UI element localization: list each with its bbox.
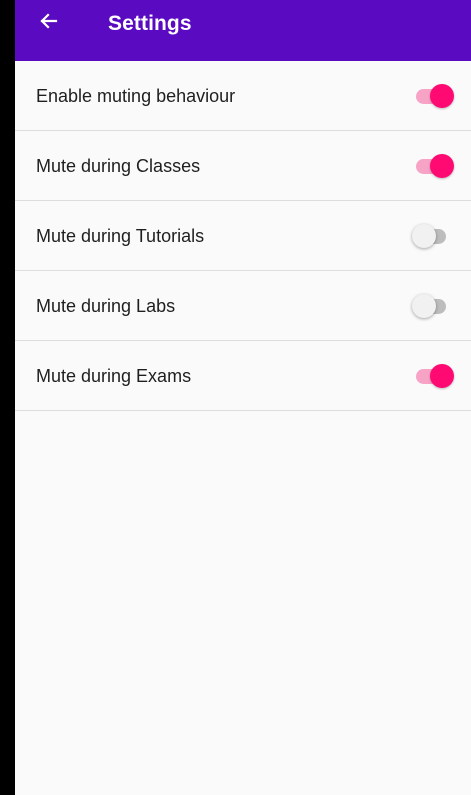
- setting-label: Mute during Labs: [36, 296, 176, 316]
- settings-list: Enable muting behaviour Mute during Clas…: [15, 61, 471, 411]
- mute-classes-switch[interactable]: [414, 152, 458, 180]
- setting-row-mute-classes[interactable]: Mute during Classes: [15, 131, 471, 201]
- switch-thumb: [430, 364, 454, 388]
- setting-label: Mute during Tutorials: [36, 226, 205, 246]
- mute-tutorials-switch[interactable]: [412, 222, 458, 250]
- page-title: Settings: [108, 12, 192, 35]
- setting-row-mute-exams[interactable]: Mute during Exams: [15, 341, 471, 411]
- setting-label: Mute during Exams: [36, 366, 192, 386]
- setting-row-enable-muting[interactable]: Enable muting behaviour: [15, 61, 471, 131]
- mute-exams-switch[interactable]: [414, 362, 458, 390]
- device-screen: Settings Enable muting behaviour Mute du…: [0, 0, 471, 795]
- enable-muting-switch[interactable]: [414, 82, 458, 110]
- switch-thumb: [412, 294, 436, 318]
- mute-labs-switch[interactable]: [412, 292, 458, 320]
- setting-label: Mute during Classes: [36, 156, 201, 176]
- setting-row-mute-tutorials[interactable]: Mute during Tutorials: [15, 201, 471, 271]
- back-button[interactable]: [37, 8, 61, 34]
- app-bar: Settings: [15, 0, 471, 61]
- setting-label: Enable muting behaviour: [36, 86, 236, 106]
- switch-thumb: [412, 224, 436, 248]
- switch-thumb: [430, 154, 454, 178]
- switch-thumb: [430, 84, 454, 108]
- settings-screen: Settings Enable muting behaviour Mute du…: [15, 0, 471, 795]
- setting-row-mute-labs[interactable]: Mute during Labs: [15, 271, 471, 341]
- arrow-back-icon: [40, 13, 58, 29]
